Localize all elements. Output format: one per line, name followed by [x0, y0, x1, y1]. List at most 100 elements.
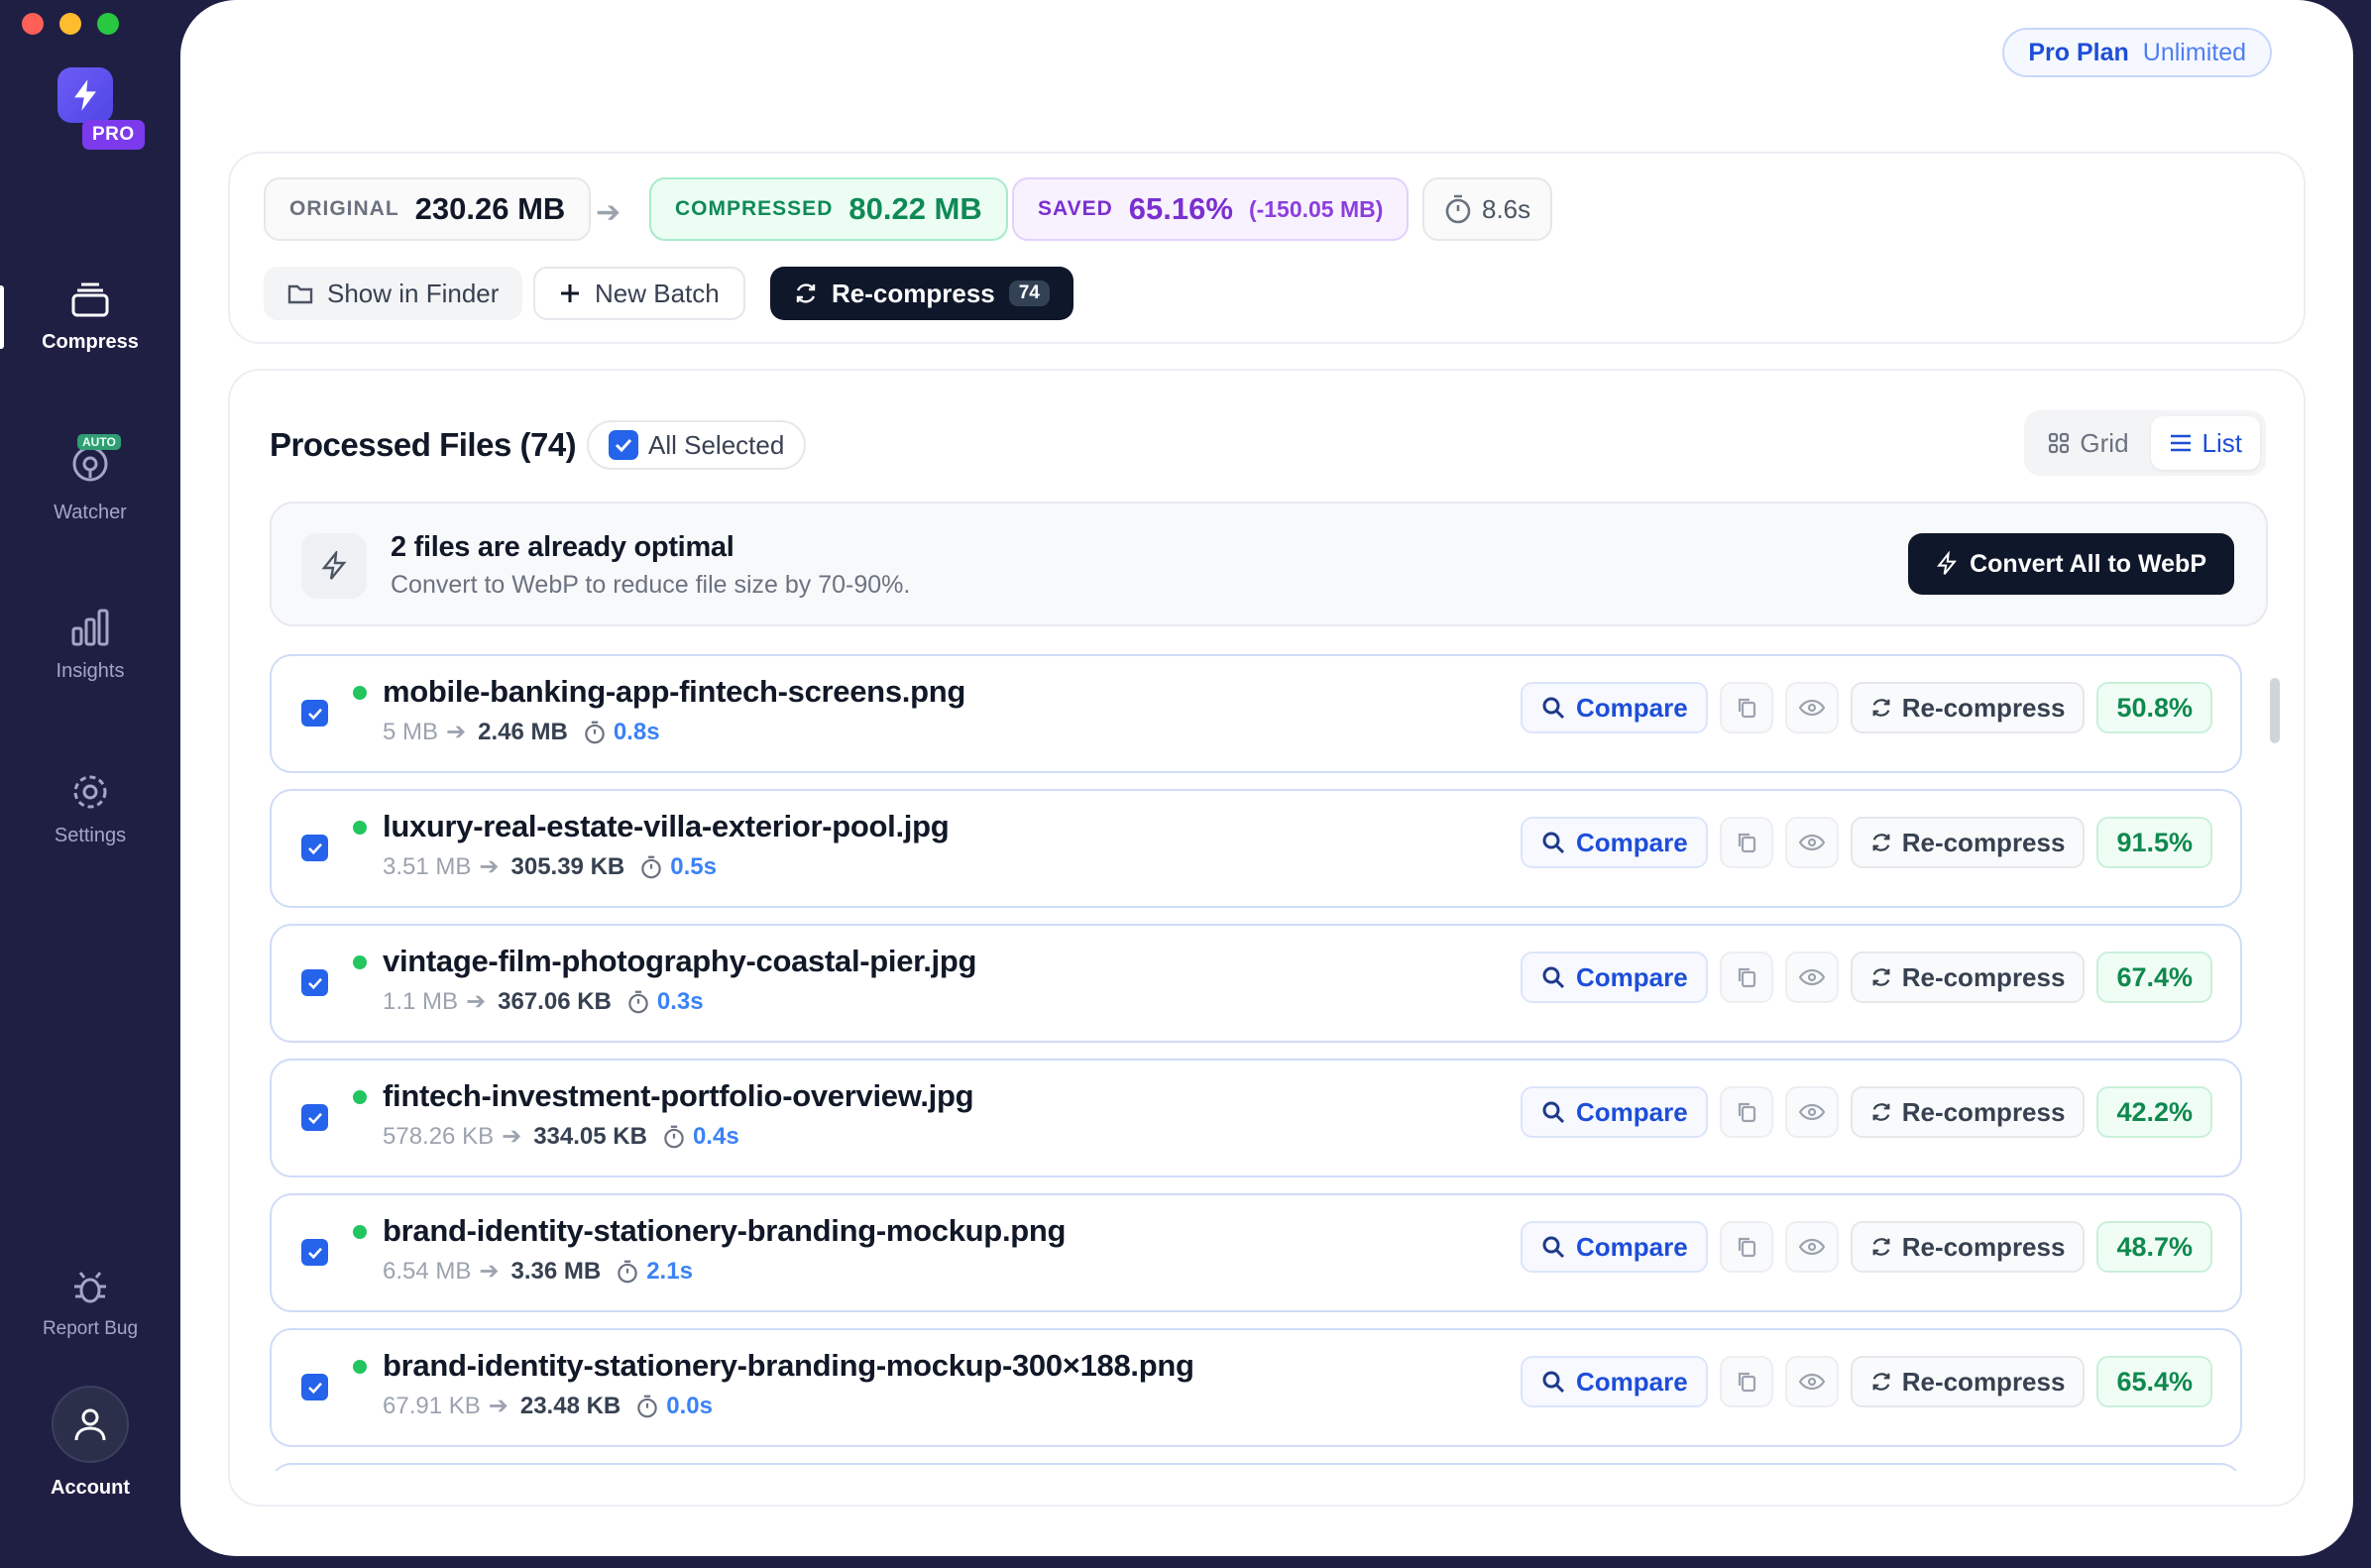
file-row[interactable]: luxury-real-estate-villa-exterior-pool.j… [270, 789, 2242, 908]
grid-view-button[interactable]: Grid [2030, 416, 2146, 470]
preview-button[interactable] [1784, 952, 1839, 1003]
preview-button[interactable] [1784, 1221, 1839, 1273]
avatar[interactable] [52, 1386, 129, 1463]
recompress-label: Re-compress [1901, 1231, 2066, 1262]
row-checkbox[interactable] [301, 1104, 328, 1131]
recompress-label: Re-compress [1901, 1096, 2066, 1127]
compare-button[interactable]: Compare [1521, 952, 1708, 1003]
recompress-button[interactable]: Re-compress [1850, 1356, 2086, 1407]
checkbox-checked-icon [301, 835, 328, 861]
compare-button[interactable]: Compare [1521, 1086, 1708, 1138]
copy-button[interactable] [1719, 817, 1773, 868]
recompress-button[interactable]: Re-compress [1850, 817, 2086, 868]
original-value: 230.26 MB [414, 191, 566, 226]
original-size: 3.51 MB [383, 852, 472, 880]
copy-icon [1738, 1372, 1755, 1393]
all-selected-label: All Selected [648, 429, 785, 460]
compress-time: 0.0s [666, 1392, 713, 1419]
file-meta: 6.54 MB ➔ 3.36 MB 2.1s [383, 1257, 693, 1286]
magnifier-icon [1542, 832, 1565, 854]
recompress-button[interactable]: Re-compress [1850, 952, 2086, 1003]
compare-label: Compare [1576, 1096, 1688, 1127]
select-all-toggle[interactable]: All Selected [587, 420, 807, 470]
copy-button[interactable] [1719, 1221, 1773, 1273]
original-label: ORIGINAL [289, 197, 399, 220]
file-row[interactable]: vintage-film-photography-coastal-pier.jp… [270, 924, 2242, 1043]
show-in-finder-label: Show in Finder [327, 278, 500, 308]
row-actions: Compare Re-compress 91.5% [1521, 817, 2212, 868]
zoom-window-button[interactable] [97, 13, 119, 35]
sidebar-item-account[interactable]: Account [0, 1386, 180, 1500]
files-title: Processed Files (74) [270, 426, 577, 463]
show-in-finder-button[interactable]: Show in Finder [264, 267, 523, 320]
file-row[interactable]: fintech-investment-portfolio-overview.jp… [270, 1059, 2242, 1177]
row-checkbox[interactable] [301, 1374, 328, 1400]
file-row[interactable] [270, 1463, 2242, 1471]
gear-icon [73, 775, 107, 809]
optimal-files-banner: 2 files are already optimal Convert to W… [270, 502, 2268, 626]
file-row[interactable]: mobile-banking-app-fintech-screens.png 5… [270, 654, 2242, 773]
stopwatch-icon [664, 1125, 684, 1148]
file-name: vintage-film-photography-coastal-pier.jp… [383, 944, 977, 978]
sidebar-item-settings[interactable]: Settings [0, 771, 180, 847]
recompress-all-button[interactable]: Re-compress 74 [770, 267, 1073, 320]
recompress-button[interactable]: Re-compress [1850, 1086, 2086, 1138]
minimize-window-button[interactable] [59, 13, 81, 35]
preview-button[interactable] [1784, 1356, 1839, 1407]
window-controls [22, 13, 119, 35]
magnifier-icon [1542, 1101, 1565, 1124]
recompress-all-label: Re-compress [832, 278, 995, 308]
refresh-icon [796, 283, 816, 303]
close-window-button[interactable] [22, 13, 44, 35]
preview-button[interactable] [1784, 817, 1839, 868]
copy-button[interactable] [1719, 682, 1773, 733]
row-checkbox[interactable] [301, 700, 328, 727]
copy-button[interactable] [1719, 1356, 1773, 1407]
compare-button[interactable]: Compare [1521, 817, 1708, 868]
lightning-icon [1937, 551, 1958, 575]
compare-button[interactable]: Compare [1521, 682, 1708, 733]
file-meta: 3.51 MB ➔ 305.39 KB 0.5s [383, 852, 717, 881]
savings-percent-badge: 42.2% [2096, 1086, 2212, 1138]
list-view-button[interactable]: List [2150, 416, 2260, 470]
copy-icon [1738, 1237, 1755, 1258]
sidebar-item-watcher[interactable]: AUTO Watcher [0, 434, 180, 524]
file-meta: 67.91 KB ➔ 23.48 KB 0.0s [383, 1392, 713, 1420]
grid-icon [2049, 432, 2070, 454]
folder-icon [287, 284, 313, 304]
sidebar-item-compress[interactable]: Compress [0, 280, 180, 354]
new-batch-label: New Batch [595, 278, 720, 308]
row-checkbox[interactable] [301, 1239, 328, 1266]
sidebar-item-insights[interactable]: Insights [0, 607, 180, 683]
new-batch-button[interactable]: New Batch [533, 267, 745, 320]
compare-button[interactable]: Compare [1521, 1356, 1708, 1407]
file-row[interactable]: brand-identity-stationery-branding-mocku… [270, 1193, 2242, 1312]
compressed-size: 334.05 KB [533, 1122, 647, 1150]
status-dot-icon [353, 1090, 367, 1104]
arrow-right-icon: ➔ [466, 988, 487, 1015]
row-checkbox[interactable] [301, 969, 328, 996]
scrollbar-thumb[interactable] [2270, 678, 2280, 743]
arrow-right-icon: ➔ [502, 1123, 522, 1150]
sidebar-item-report-bug[interactable]: Report Bug [0, 1269, 180, 1340]
recompress-button[interactable]: Re-compress [1850, 1221, 2086, 1273]
file-row[interactable]: brand-identity-stationery-branding-mocku… [270, 1328, 2242, 1447]
preview-button[interactable] [1784, 1086, 1839, 1138]
preview-button[interactable] [1784, 682, 1839, 733]
arrow-right-icon: ➔ [596, 196, 621, 229]
convert-all-to-webp-button[interactable]: Convert All to WebP [1908, 533, 2234, 595]
status-dot-icon [353, 686, 367, 700]
plan-badge[interactable]: Pro Plan Unlimited [2002, 28, 2272, 77]
row-checkbox[interactable] [301, 835, 328, 861]
file-name: brand-identity-stationery-branding-mocku… [383, 1213, 1067, 1248]
lightning-icon [301, 533, 367, 599]
compare-button[interactable]: Compare [1521, 1221, 1708, 1273]
list-view-label: List [2202, 427, 2242, 458]
magnifier-icon [1542, 697, 1565, 720]
copy-button[interactable] [1719, 952, 1773, 1003]
compare-label: Compare [1576, 1366, 1688, 1397]
copy-button[interactable] [1719, 1086, 1773, 1138]
recompress-button[interactable]: Re-compress [1850, 682, 2086, 733]
file-name: mobile-banking-app-fintech-screens.png [383, 674, 965, 709]
row-actions: Compare Re-compress 50.8% [1521, 682, 2212, 733]
